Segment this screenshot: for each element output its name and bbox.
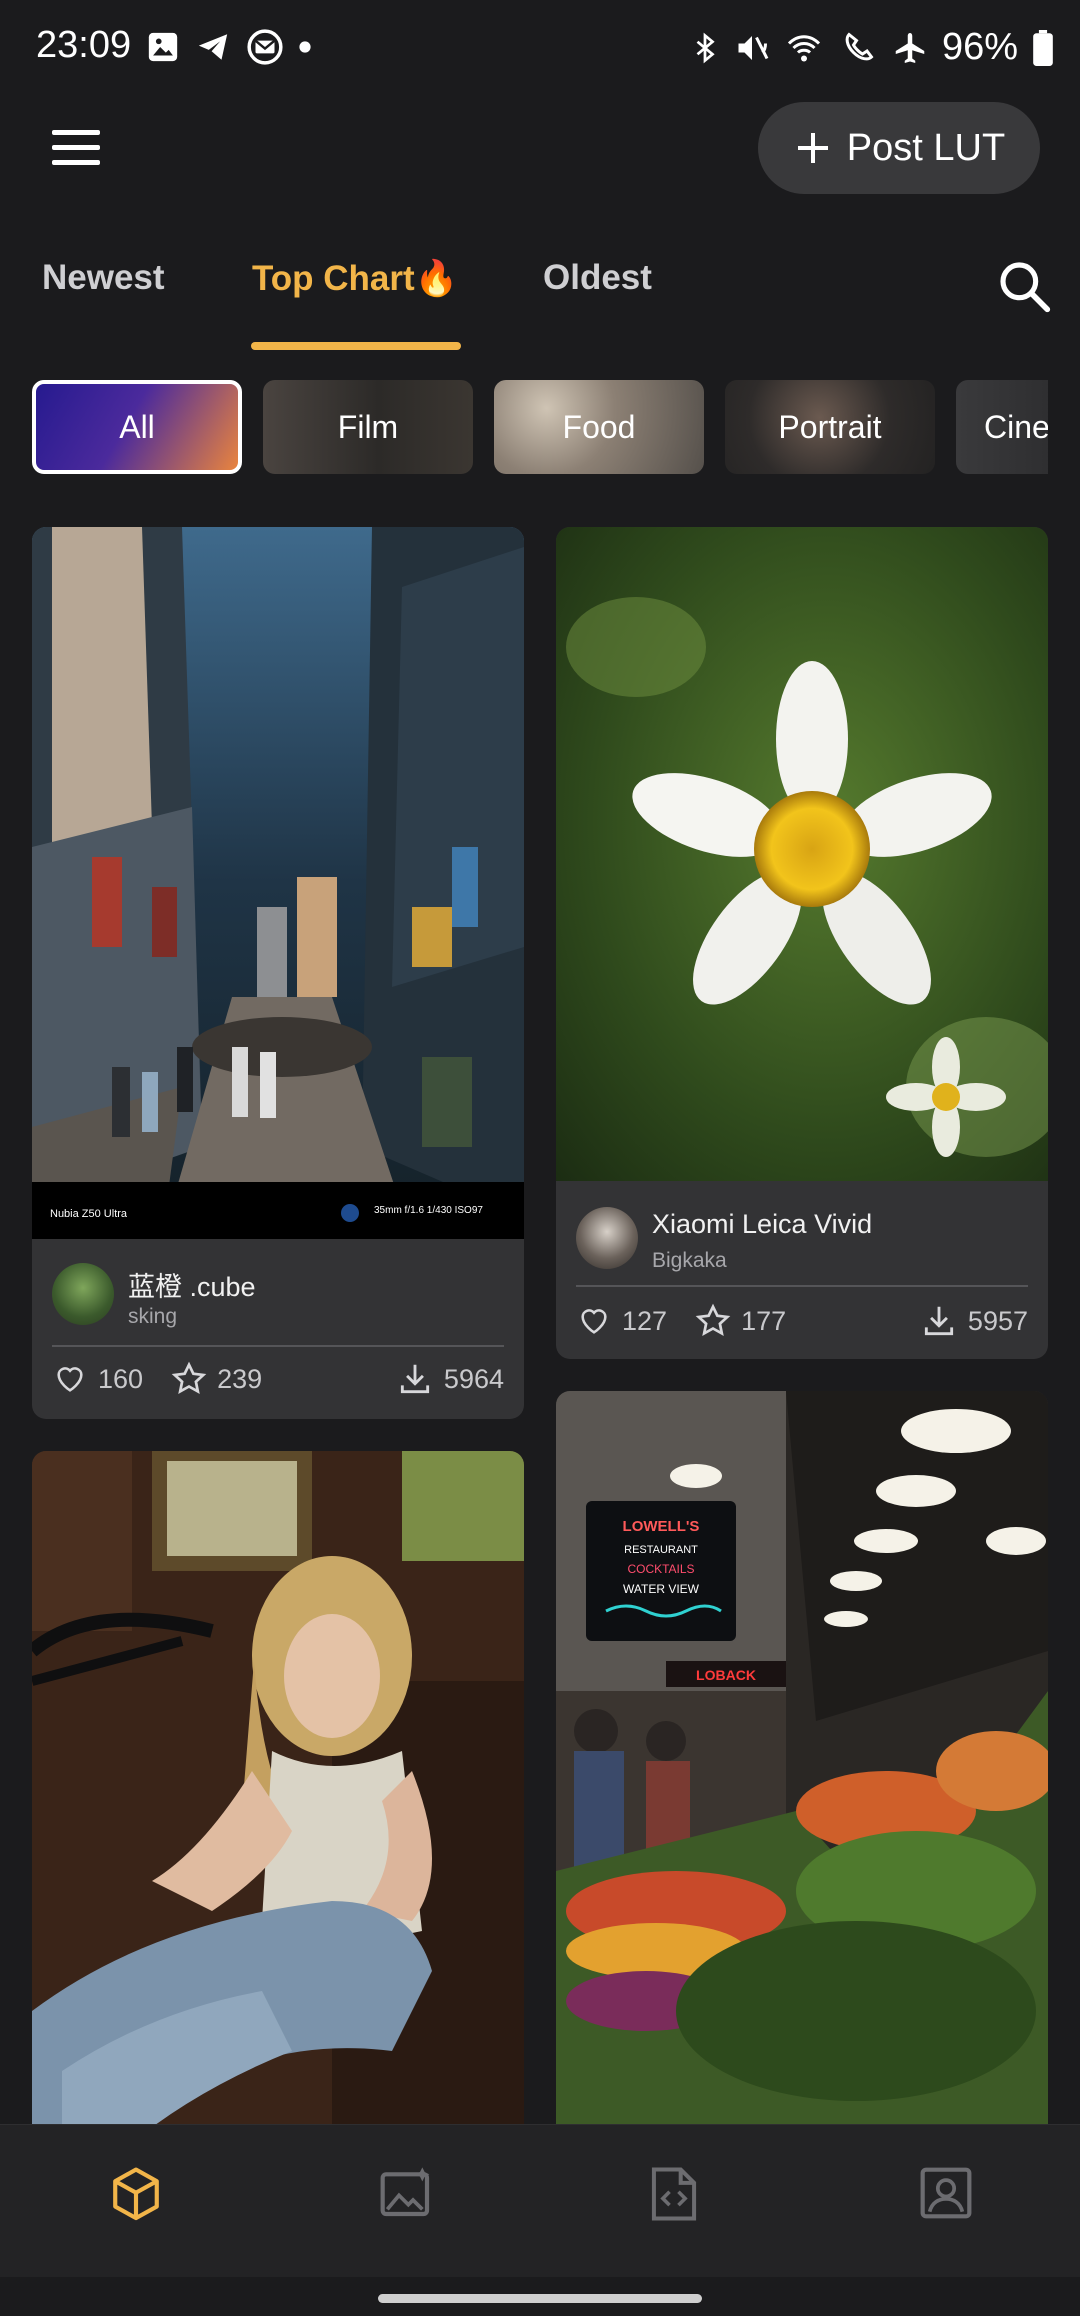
download-stat[interactable]: 5964: [396, 1360, 504, 1398]
mute-icon: [738, 35, 769, 60]
category-chips: All Film Food Portrait Cine: [32, 380, 1048, 474]
card-divider: [52, 1345, 504, 1347]
tab-bar: Newest Top Chart🔥 Oldest: [0, 250, 1080, 350]
image-icon: [148, 32, 178, 62]
chip-label: All: [119, 408, 155, 445]
bluetooth-icon: [696, 32, 715, 63]
tab-newest[interactable]: Newest: [42, 258, 165, 298]
download-count: 5964: [443, 1363, 504, 1394]
photo-caption-right: 35mm f/1.6 1/430 ISO97: [374, 1205, 483, 1216]
lut-card-1[interactable]: Nubia Z50 Ultra 35mm f/1.6 1/430 ISO97 蓝…: [32, 527, 524, 1419]
bottom-navigation: [0, 2124, 1080, 2277]
mail-icon: [247, 29, 283, 65]
star-count: 177: [741, 1305, 787, 1336]
star-stat[interactable]: 177: [695, 1303, 786, 1339]
plus-icon: [797, 133, 828, 163]
card-author: Bigkaka: [652, 1249, 727, 1272]
svg-text:LOBACK: LOBACK: [696, 1667, 756, 1683]
like-stat[interactable]: 160: [52, 1362, 143, 1396]
chip-label: Food: [562, 408, 636, 445]
card-title: 蓝橙 .cube: [128, 1272, 256, 1302]
telegram-icon: [198, 34, 228, 60]
chip-film[interactable]: Film: [263, 380, 473, 474]
avatar[interactable]: [52, 1263, 114, 1325]
card-photo: [556, 527, 1048, 1181]
card-photo: [32, 1451, 524, 2151]
download-stat[interactable]: 5957: [920, 1302, 1028, 1340]
chip-label: Film: [337, 408, 399, 445]
star-icon: [171, 1361, 207, 1395]
like-count: 127: [622, 1305, 668, 1336]
profile-icon[interactable]: [918, 2165, 974, 2221]
heart-icon: [57, 1367, 83, 1392]
star-stat[interactable]: 239: [171, 1361, 262, 1397]
menu-button[interactable]: [52, 130, 100, 166]
tab-top-chart[interactable]: Top Chart🔥: [252, 258, 458, 299]
svg-text:COCKTAILS: COCKTAILS: [627, 1562, 694, 1576]
card-photo: LOWELL'S RESTAURANT COCKTAILS WATER VIEW…: [556, 1391, 1048, 2151]
battery-percent: 96%: [941, 26, 1018, 68]
card-title: Xiaomi Leica Vivid: [652, 1209, 873, 1239]
chip-label: Portrait: [778, 408, 882, 445]
download-count: 5957: [967, 1305, 1028, 1336]
post-lut-label: Post LUT: [846, 126, 1006, 169]
card-divider: [576, 1285, 1028, 1287]
download-icon: [400, 1364, 430, 1394]
wifi-icon: [787, 34, 820, 61]
active-tab-indicator: [251, 342, 461, 350]
wifi-calling-icon: [845, 31, 874, 60]
chip-label: Cine: [984, 408, 1048, 445]
chip-food[interactable]: Food: [494, 380, 704, 474]
like-count: 160: [98, 1363, 144, 1394]
lut-card-4[interactable]: LOWELL'S RESTAURANT COCKTAILS WATER VIEW…: [556, 1391, 1048, 2151]
star-count: 239: [217, 1363, 263, 1394]
avatar[interactable]: [576, 1207, 638, 1269]
chip-all[interactable]: All: [32, 380, 242, 474]
airplane-icon: [895, 32, 925, 63]
chip-cine[interactable]: Cine: [956, 380, 1048, 474]
card-photo: Nubia Z50 Ultra 35mm f/1.6 1/430 ISO97: [32, 527, 524, 1239]
status-bar: 23:09 96%: [0, 0, 1080, 96]
menu-icon: [52, 130, 100, 135]
card-author: sking: [128, 1305, 178, 1328]
lut-card-2[interactable]: Xiaomi Leica Vivid Bigkaka 127 177 5957: [556, 527, 1048, 1359]
image-sparkle-icon[interactable]: [378, 2165, 434, 2221]
like-stat[interactable]: 127: [576, 1304, 667, 1338]
battery-icon: [1033, 29, 1053, 66]
chip-portrait[interactable]: Portrait: [725, 380, 935, 474]
tab-oldest[interactable]: Oldest: [543, 258, 652, 298]
gesture-home-bar[interactable]: [378, 2294, 702, 2303]
svg-text:LOWELL'S: LOWELL'S: [623, 1518, 700, 1535]
lut-card-3[interactable]: [32, 1451, 524, 2151]
heart-icon: [581, 1309, 607, 1334]
search-icon[interactable]: [996, 258, 1052, 314]
svg-text:RESTAURANT: RESTAURANT: [624, 1544, 698, 1556]
post-lut-button[interactable]: Post LUT: [758, 102, 1040, 194]
photo-caption-left: Nubia Z50 Ultra: [50, 1208, 128, 1220]
cube-icon[interactable]: [108, 2165, 164, 2225]
svg-text:WATER VIEW: WATER VIEW: [623, 1582, 700, 1596]
code-file-icon[interactable]: [648, 2165, 700, 2223]
dot-icon: [299, 41, 311, 53]
download-icon: [924, 1306, 954, 1336]
status-time: 23:09: [36, 24, 132, 66]
star-icon: [695, 1303, 731, 1337]
